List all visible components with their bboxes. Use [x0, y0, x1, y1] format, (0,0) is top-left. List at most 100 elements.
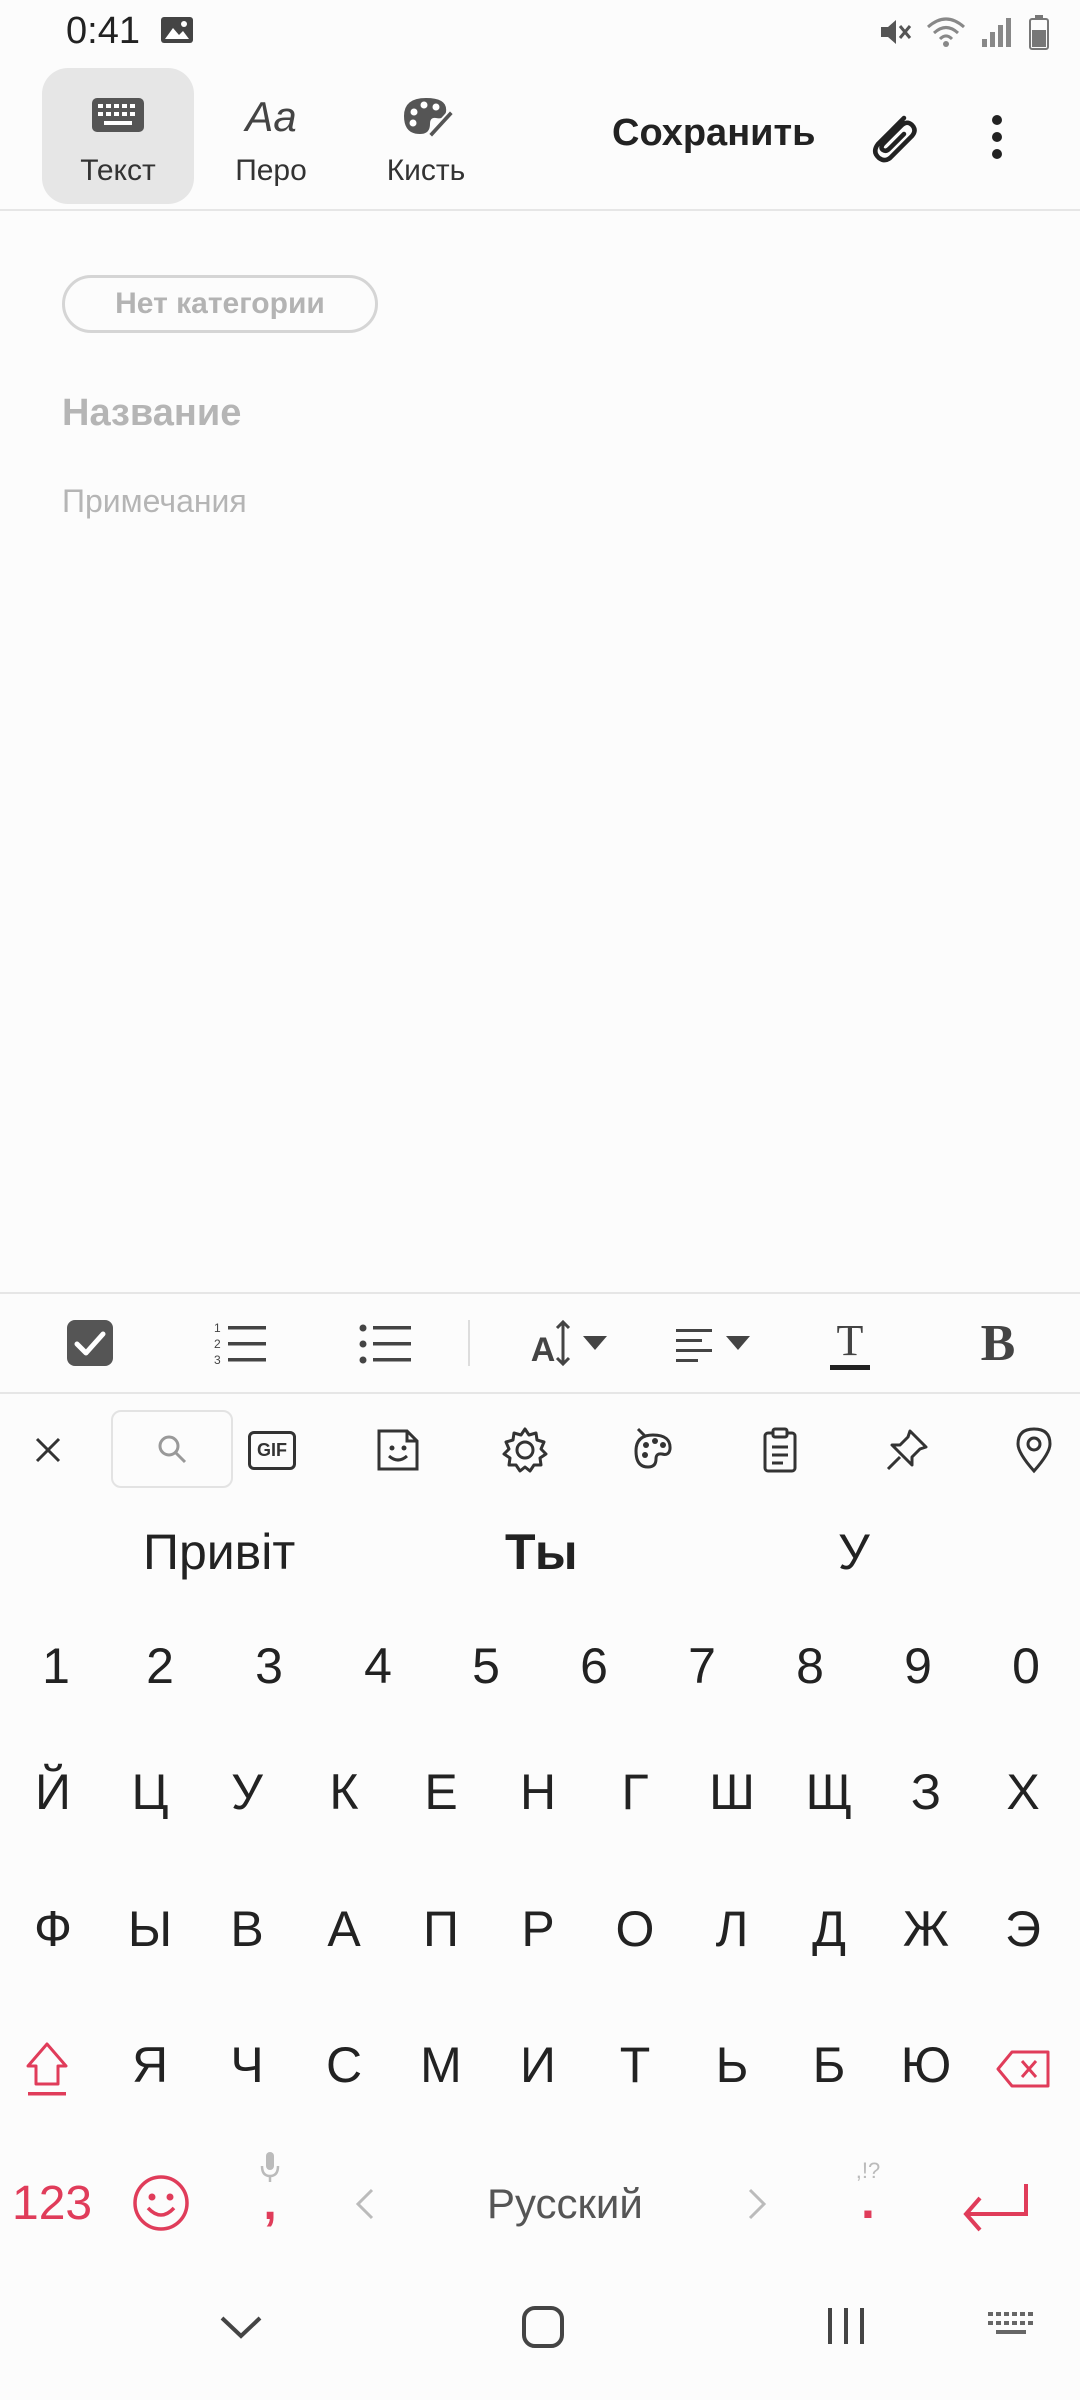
emoji-key[interactable] [130, 2172, 196, 2238]
key[interactable]: Ш [684, 1763, 780, 1821]
keyboard-icon [988, 2312, 1033, 2334]
bullet-list-button[interactable] [350, 1312, 420, 1374]
key[interactable]: О [587, 1900, 683, 1958]
key[interactable]: И [490, 2036, 586, 2094]
align-button[interactable] [668, 1312, 758, 1374]
font-size-button[interactable]: A [520, 1312, 620, 1374]
chevron-down-icon [583, 1336, 608, 1350]
tab-brush-label: Кисть [386, 154, 466, 187]
recents-icon [828, 2308, 864, 2344]
checkbox-button[interactable] [60, 1312, 120, 1374]
key[interactable]: Л [684, 1900, 780, 1958]
key[interactable]: Ф [5, 1900, 101, 1958]
settings-button[interactable] [485, 1410, 565, 1490]
navigation-bar [0, 2290, 1080, 2400]
close-toolbar-button[interactable] [8, 1410, 88, 1490]
letter-row-3: Я Ч С М И Т Ь Б Ю [0, 2036, 1080, 2136]
clipboard-button[interactable] [740, 1410, 820, 1490]
key[interactable]: Ж [878, 1900, 974, 1958]
key[interactable]: М [393, 2036, 489, 2094]
cursor-left-key[interactable] [350, 2182, 390, 2232]
keyboard-toolbar: GIF [0, 1392, 1080, 1502]
key[interactable]: Ы [102, 1900, 198, 1958]
theme-button[interactable] [613, 1410, 693, 1490]
suggestion-item[interactable]: Ты [505, 1523, 578, 1581]
backspace-icon [996, 2050, 1050, 2088]
key[interactable]: Ч [199, 2036, 295, 2094]
key[interactable]: П [393, 1900, 489, 1958]
text-color-underline [830, 1364, 870, 1370]
period-key[interactable]: ,!? . [838, 2158, 898, 2268]
save-button[interactable]: Сохранить [612, 112, 815, 155]
enter-key[interactable] [958, 2180, 1038, 2240]
key[interactable]: Й [5, 1763, 101, 1821]
signal-icon [982, 18, 1011, 47]
mute-icon [881, 20, 912, 44]
keyboard-switch-button[interactable] [986, 2308, 1042, 2348]
tab-pen[interactable]: Aa Перо [195, 68, 347, 204]
key[interactable]: А [296, 1900, 392, 1958]
key[interactable]: Р [490, 1900, 586, 1958]
key[interactable]: 9 [870, 1637, 966, 1695]
key[interactable]: Ц [102, 1763, 198, 1821]
key[interactable]: Х [975, 1763, 1071, 1821]
align-left-icon [676, 1329, 712, 1362]
more-options-icon[interactable] [975, 104, 1019, 170]
key[interactable]: С [296, 2036, 392, 2094]
recents-button[interactable] [824, 2304, 874, 2354]
sticker-button[interactable] [358, 1410, 438, 1490]
key[interactable]: К [296, 1763, 392, 1821]
key[interactable]: Б [781, 2036, 877, 2094]
tab-brush[interactable]: Кисть [350, 68, 502, 204]
key[interactable]: 3 [221, 1637, 317, 1695]
key[interactable]: Ь [684, 2036, 780, 2094]
notes-input[interactable]: Примечания [62, 483, 247, 520]
space-key[interactable]: Русский [487, 2180, 643, 2228]
key[interactable]: 4 [330, 1637, 426, 1695]
bold-button[interactable]: B [970, 1312, 1026, 1374]
home-button[interactable] [520, 2304, 570, 2354]
key[interactable]: Д [781, 1900, 877, 1958]
key[interactable]: Ю [878, 2036, 974, 2094]
key[interactable]: 6 [546, 1637, 642, 1695]
pin-button[interactable] [867, 1410, 947, 1490]
cursor-right-key[interactable] [742, 2182, 782, 2232]
category-chip[interactable]: Нет категории [62, 275, 378, 333]
backspace-key[interactable] [996, 2048, 1056, 2098]
hide-keyboard-button[interactable] [218, 2312, 268, 2352]
key[interactable]: У [199, 1763, 295, 1821]
key[interactable]: Н [490, 1763, 586, 1821]
key[interactable]: 0 [978, 1637, 1074, 1695]
shift-key[interactable] [22, 2036, 84, 2108]
key[interactable]: 1 [8, 1637, 104, 1695]
letter-row-2: Ф Ы В А П Р О Л Д Ж Э [0, 1900, 1080, 2000]
key[interactable]: 7 [654, 1637, 750, 1695]
gif-button[interactable]: GIF [232, 1410, 312, 1490]
key[interactable]: 8 [762, 1637, 858, 1695]
sticker-icon [377, 1429, 419, 1471]
attach-icon[interactable] [860, 104, 926, 170]
key[interactable]: Э [975, 1900, 1071, 1958]
status-icons [878, 12, 1050, 52]
suggestion-item[interactable]: Привіт [143, 1523, 295, 1581]
key[interactable]: Т [587, 2036, 683, 2094]
key[interactable]: Г [587, 1763, 683, 1821]
key[interactable]: 5 [438, 1637, 534, 1695]
tab-text[interactable]: Текст [42, 68, 194, 204]
location-button[interactable] [994, 1410, 1074, 1490]
suggestion-item[interactable]: У [838, 1523, 870, 1581]
numbers-key[interactable]: 123 [12, 2176, 92, 2231]
numbered-list-button[interactable]: 1 2 3 [205, 1312, 275, 1374]
key[interactable]: Я [102, 2036, 198, 2094]
comma-key[interactable]: , [248, 2150, 292, 2260]
gif-icon: GIF [248, 1430, 296, 1470]
text-color-button[interactable]: T [822, 1312, 878, 1374]
key[interactable]: Щ [781, 1763, 877, 1821]
chevron-left-icon [355, 2188, 374, 2220]
search-button[interactable] [111, 1410, 233, 1488]
key[interactable]: Е [393, 1763, 489, 1821]
title-input[interactable]: Название [62, 392, 241, 435]
key[interactable]: 2 [112, 1637, 208, 1695]
key[interactable]: В [199, 1900, 295, 1958]
key[interactable]: З [878, 1763, 974, 1821]
